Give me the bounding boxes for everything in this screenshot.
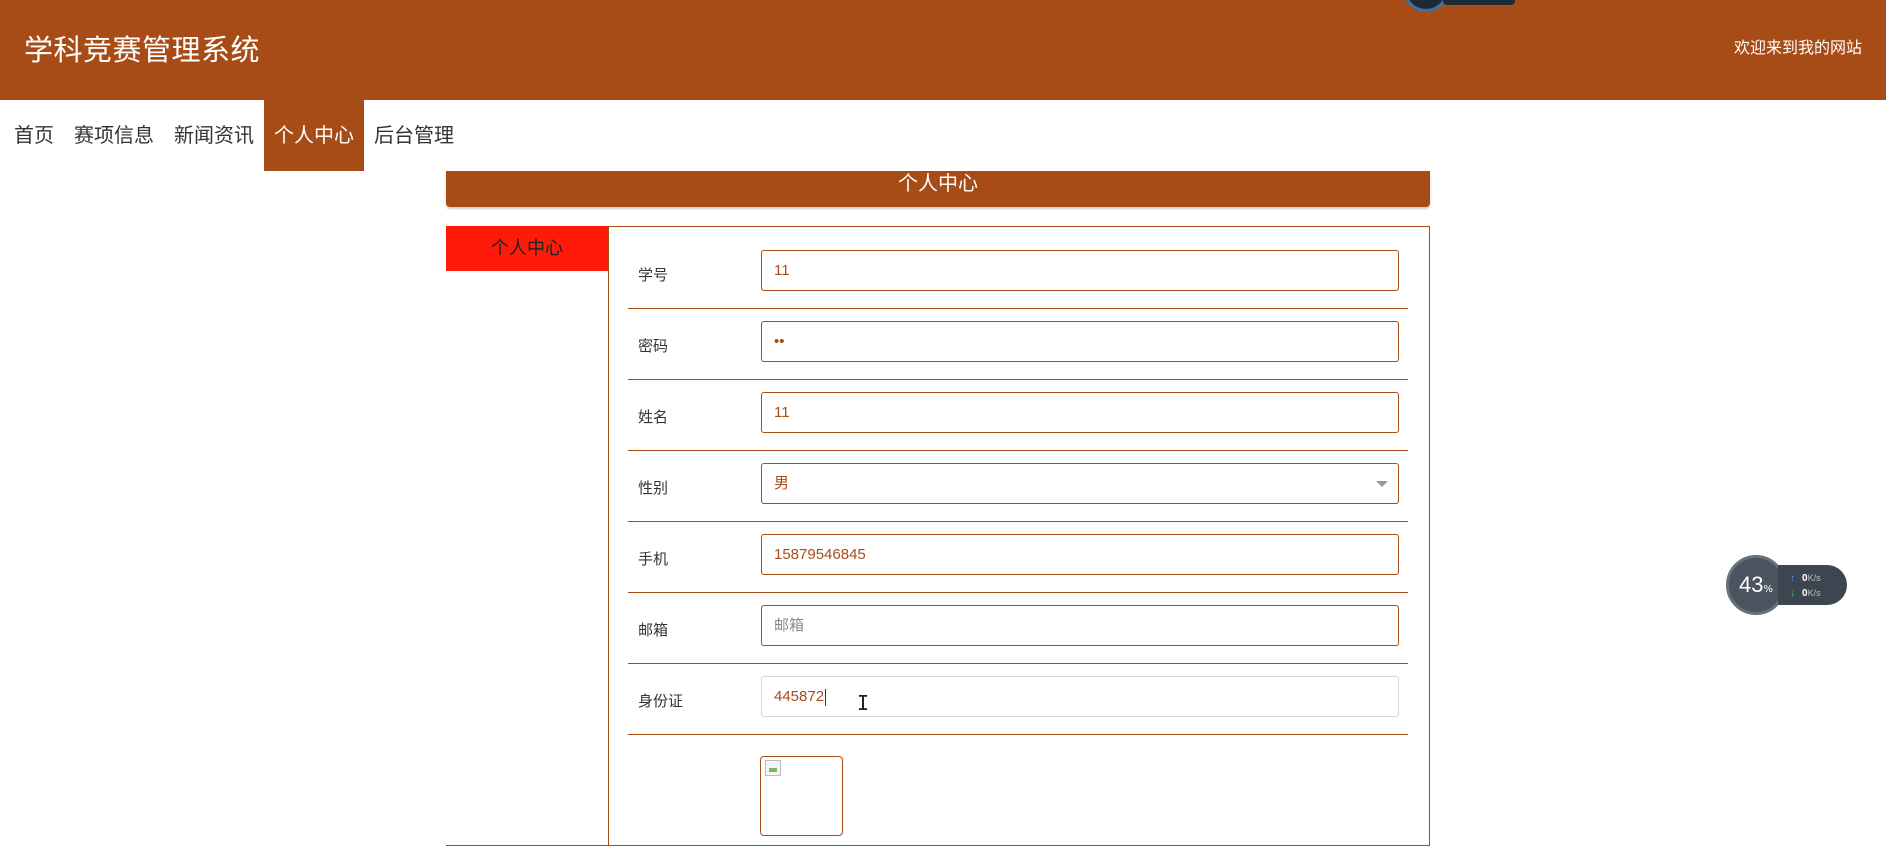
gender-selected-value: 男 bbox=[774, 475, 790, 492]
student-id-input[interactable]: 11 bbox=[761, 250, 1399, 291]
form-row-phone: 手机 15879546845 bbox=[628, 522, 1408, 593]
form-row-student-id: 学号 11 bbox=[628, 238, 1408, 309]
broken-image-icon bbox=[765, 760, 781, 776]
nav-news[interactable]: 新闻资讯 bbox=[164, 100, 264, 171]
id-card-label: 身份证 bbox=[638, 692, 684, 710]
upload-speed-unit: K/s bbox=[1807, 573, 1821, 583]
email-label: 邮箱 bbox=[638, 621, 669, 639]
download-arrow-icon: ↓ bbox=[1790, 588, 1795, 599]
form-row-name: 姓名 11 bbox=[628, 380, 1408, 451]
panel-title: 个人中心 bbox=[446, 171, 1430, 207]
email-input[interactable]: 邮箱 bbox=[761, 605, 1399, 646]
phone-label: 手机 bbox=[638, 550, 669, 568]
chevron-down-icon bbox=[1376, 481, 1388, 487]
download-speed-unit: K/s bbox=[1807, 588, 1821, 598]
name-label: 姓名 bbox=[638, 408, 669, 426]
phone-input[interactable]: 15879546845 bbox=[761, 534, 1399, 575]
widget-bar bbox=[1443, 0, 1515, 5]
ibeam-cursor-icon: I bbox=[857, 691, 870, 715]
nav-admin[interactable]: 后台管理 bbox=[364, 100, 464, 171]
id-card-value: 445872 bbox=[774, 688, 825, 705]
site-header: 学科竞赛管理系统 欢迎来到我的网站 bbox=[0, 0, 1886, 100]
memory-percent-unit: % bbox=[1763, 584, 1773, 595]
network-speed-widget[interactable]: 43% ↑ 0K/s ↓ 0K/s bbox=[1726, 555, 1847, 615]
site-title: 学科竞赛管理系统 bbox=[24, 33, 261, 67]
nav-competition-info[interactable]: 赛项信息 bbox=[64, 100, 164, 171]
nav-home[interactable]: 首页 bbox=[0, 100, 64, 171]
name-input[interactable]: 11 bbox=[761, 392, 1399, 433]
speed-readout: ↑ 0K/s ↓ 0K/s bbox=[1778, 565, 1847, 605]
gender-label: 性别 bbox=[638, 479, 669, 497]
memory-usage-indicator: 43% bbox=[1726, 555, 1786, 615]
welcome-text: 欢迎来到我的网站 bbox=[1733, 38, 1862, 57]
password-label: 密码 bbox=[638, 337, 669, 355]
side-menu-item-personal-center[interactable]: 个人中心 bbox=[446, 226, 608, 271]
text-caret bbox=[825, 688, 827, 706]
upload-speed: ↑ 0K/s bbox=[1790, 571, 1845, 585]
student-id-label: 学号 bbox=[638, 266, 669, 284]
form-row-id-card: 身份证 445872 bbox=[628, 664, 1408, 735]
password-input[interactable]: •• bbox=[761, 321, 1399, 362]
download-speed: ↓ 0K/s bbox=[1790, 586, 1845, 600]
gender-select[interactable]: 男 bbox=[761, 463, 1399, 504]
main-nav: 首页 赛项信息 新闻资讯 个人中心 后台管理 bbox=[0, 100, 464, 171]
form-row-password: 密码 •• bbox=[628, 309, 1408, 380]
avatar-upload[interactable] bbox=[760, 756, 843, 836]
form-row-email: 邮箱 邮箱 bbox=[628, 593, 1408, 664]
floating-widget-top[interactable] bbox=[1403, 0, 1515, 12]
form-row-gender: 性别 男 bbox=[628, 451, 1408, 522]
nav-personal-center[interactable]: 个人中心 bbox=[264, 100, 364, 171]
memory-percent: 43 bbox=[1739, 572, 1764, 597]
upload-arrow-icon: ↑ bbox=[1790, 573, 1795, 584]
